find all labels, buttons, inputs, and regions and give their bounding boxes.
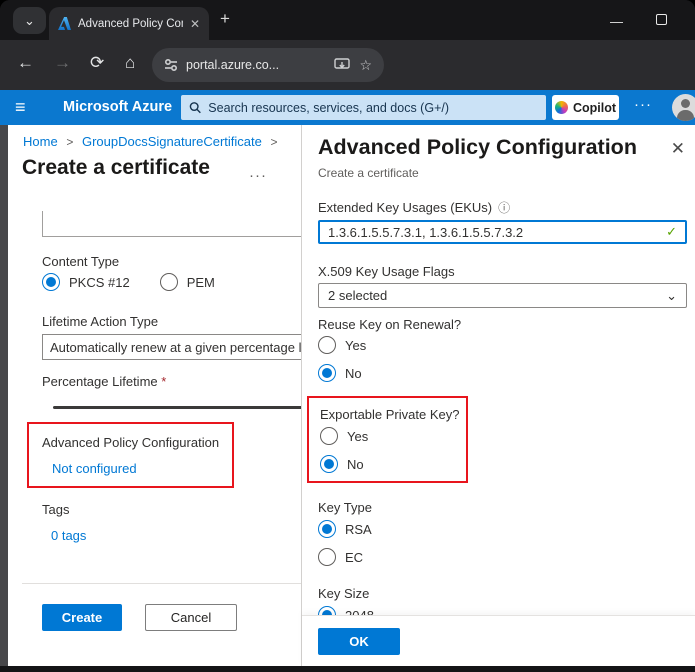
create-certificate-blade: Home > GroupDocsSignatureCertificate > C… [8,125,302,666]
radio-pem-label[interactable]: PEM [187,275,215,290]
advanced-policy-highlight-box: Advanced Policy Configuration Not config… [27,422,234,488]
azure-search-input[interactable] [208,101,538,115]
percentage-lifetime-slider[interactable] [53,406,301,409]
reuse-key-label: Reuse Key on Renewal? [318,317,461,332]
tab-close-icon[interactable]: ✕ [190,17,200,31]
account-avatar[interactable] [672,94,695,121]
cancel-button[interactable]: Cancel [145,604,237,631]
partial-input-field[interactable] [42,211,301,237]
exportable-highlight-box: Exportable Private Key? Yes No [307,396,468,483]
azure-logo-icon [58,17,71,30]
refresh-icon[interactable]: ⟳ [90,53,104,73]
info-icon[interactable]: ⓘ [498,199,510,216]
tags-label: Tags [42,502,69,517]
radio-pkcs12-label[interactable]: PKCS #12 [69,275,130,290]
radio-rsa-label[interactable]: RSA [345,522,372,537]
radio-reuse-no-label[interactable]: No [345,366,362,381]
azure-search-bar[interactable] [181,95,546,120]
panel-subtitle: Create a certificate [318,166,419,180]
window-maximize-button[interactable] [656,14,667,25]
browser-tab-active[interactable]: Advanced Policy Configuration ✕ [49,7,209,40]
radio-pem[interactable] [160,273,178,291]
content-type-label: Content Type [42,254,119,269]
home-icon[interactable]: ⌂ [125,53,135,73]
back-icon[interactable]: ← [17,53,34,73]
radio-exportable-no[interactable] [320,455,338,473]
advanced-policy-panel: ✕ Advanced Policy Configuration Create a… [302,125,695,666]
valid-check-icon: ✓ [666,224,677,240]
header-more-icon[interactable]: ··· [634,96,652,113]
radio-exportable-no-label[interactable]: No [347,457,364,472]
azure-top-bar: ≡ Microsoft Azure Copilot ··· [0,90,695,125]
key-usage-value: 2 selected [328,288,387,303]
tags-link[interactable]: 0 tags [51,528,86,543]
url-text[interactable]: portal.azure.co... [186,58,279,72]
radio-ec-label[interactable]: EC [345,550,363,565]
breadcrumb-home[interactable]: Home [23,134,58,149]
page-title: Create a certificate [22,156,210,180]
eku-input[interactable] [320,225,666,240]
required-asterisk: * [161,374,166,389]
chevron-down-icon: ⌄ [666,288,677,304]
key-usage-select[interactable]: 2 selected ⌄ [318,283,687,308]
window-bottom-edge [0,666,695,672]
key-size-label: Key Size [318,586,369,601]
radio-rsa[interactable] [318,520,336,538]
advanced-policy-label: Advanced Policy Configuration [42,435,219,450]
browser-tab-bar: ⌄ Advanced Policy Configuration ✕ + — [0,0,695,40]
browser-toolbar: ← → ⟳ ⌂ portal.azure.co... ☆ [0,40,695,90]
radio-ec[interactable] [318,548,336,566]
browser-window: ⌄ Advanced Policy Configuration ✕ + — ← … [0,0,695,672]
eku-input-wrap: ✓ [318,220,687,244]
radio-reuse-no[interactable] [318,364,336,382]
window-minimize-button[interactable]: — [610,14,623,29]
radio-reuse-yes-label[interactable]: Yes [345,338,366,353]
percentage-lifetime-label: Percentage Lifetime * [42,374,166,389]
bookmark-star-icon[interactable]: ☆ [359,57,372,74]
hamburger-menu-icon[interactable]: ≡ [15,97,26,118]
key-usage-label: X.509 Key Usage Flags [318,264,455,279]
new-tab-button[interactable]: + [220,9,230,29]
site-settings-icon[interactable] [164,58,178,72]
ok-button[interactable]: OK [318,628,400,655]
copilot-label: Copilot [573,101,616,115]
radio-exportable-yes-label[interactable]: Yes [347,429,368,444]
lifetime-action-type-select[interactable]: Automatically renew at a given percentag… [42,334,301,360]
close-icon[interactable]: ✕ [671,139,685,159]
breadcrumb: Home > GroupDocsSignatureCertificate > [23,134,283,149]
azure-brand[interactable]: Microsoft Azure [63,99,172,115]
radio-exportable-yes[interactable] [320,427,338,445]
page-title-more-icon[interactable]: ··· [249,167,267,184]
breadcrumb-certificate[interactable]: GroupDocsSignatureCertificate [82,134,262,149]
copilot-button[interactable]: Copilot [552,95,619,120]
exportable-label: Exportable Private Key? [320,407,459,422]
copilot-icon [555,101,568,114]
panel-footer: OK [302,615,695,666]
footer-divider [22,583,301,584]
window-left-edge [0,125,8,666]
install-app-icon[interactable] [334,58,350,72]
key-type-label: Key Type [318,500,372,515]
tab-search-button[interactable]: ⌄ [13,7,46,34]
address-bar[interactable]: portal.azure.co... ☆ [152,48,384,82]
forward-icon: → [54,53,71,73]
eku-label: Extended Key Usages (EKUs) [318,200,492,215]
breadcrumb-separator: > [61,135,78,149]
search-icon [189,101,201,114]
not-configured-link[interactable]: Not configured [52,461,137,476]
create-button[interactable]: Create [42,604,122,631]
breadcrumb-separator: > [266,135,283,149]
radio-pkcs12[interactable] [42,273,60,291]
chevron-down-icon: ⌄ [24,13,35,29]
lifetime-action-type-label: Lifetime Action Type [42,314,158,329]
panel-title: Advanced Policy Configuration [318,135,637,160]
person-icon [681,99,690,108]
tab-title: Advanced Policy Configuration [78,18,183,30]
radio-reuse-yes[interactable] [318,336,336,354]
